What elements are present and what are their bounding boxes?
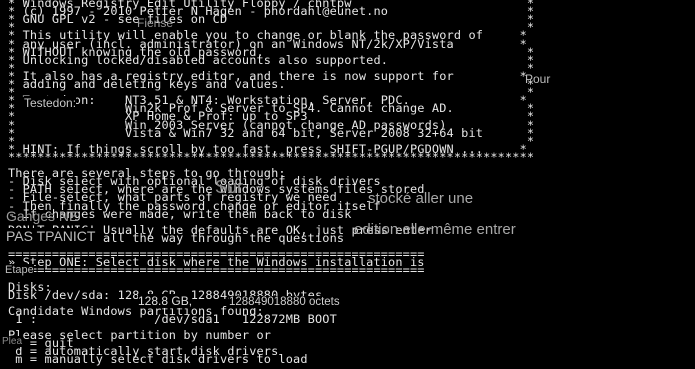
overlay-octets: 128849018880 octets [229, 296, 340, 308]
overlay-pour: Pour [525, 72, 551, 86]
overlay-testedon: Testedon: [24, 96, 77, 110]
terminal-line: 1 : /dev/sda1 122872MB BOOT [8, 311, 337, 326]
overlay-plea: Plea [2, 336, 23, 347]
terminal-line: m = manually select disk drivers to load [8, 352, 308, 367]
overlay-etape: Etape [5, 264, 34, 276]
overlay-edition: edition elle-même entrer [354, 221, 516, 238]
overlay-sur: Sur [215, 177, 244, 197]
terminal-line: ****************************************… [8, 149, 535, 164]
overlay-stocke: stocké aller une [368, 190, 474, 207]
terminal-screen[interactable]: * Windows Registry Edit Utility Floppy /… [0, 0, 695, 369]
overlay-fiense: Fiense [137, 16, 174, 30]
overlay-pas-tpanict: PAS TPANICT [6, 228, 96, 244]
terminal-line: ========================================… [8, 263, 425, 278]
overlay-disk-size: 128.8 GB, [138, 294, 193, 308]
overlay-ganges: Ganges NE [6, 208, 79, 224]
